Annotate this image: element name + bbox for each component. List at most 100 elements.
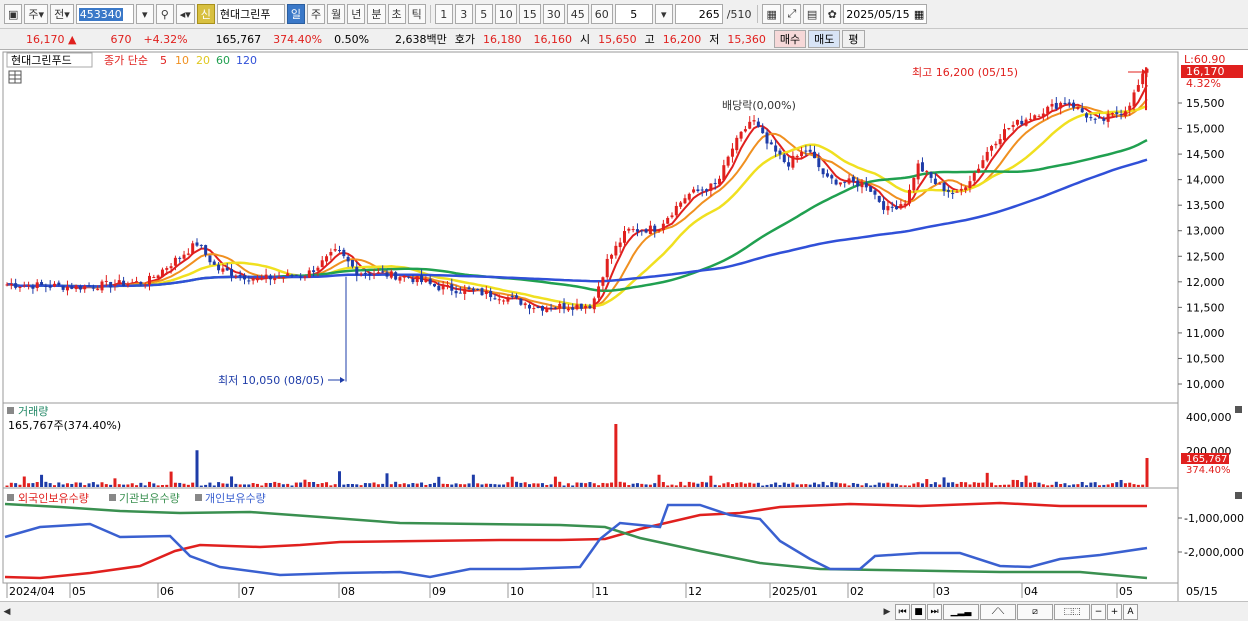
interval-5-button[interactable]: 5 [474, 4, 493, 24]
volume-bar [87, 483, 91, 487]
candle-body [782, 154, 786, 163]
candle-body [5, 284, 9, 286]
interval-45-button[interactable]: 45 [566, 4, 589, 24]
gear-icon[interactable]: ✿ [823, 4, 842, 24]
volume-bar [65, 483, 69, 487]
candle-body [160, 269, 164, 277]
text-tool-icon[interactable]: A [1123, 603, 1138, 620]
candle-body [1063, 102, 1067, 104]
period-week-button[interactable]: 주 [307, 4, 326, 24]
period-minute-button[interactable]: 분 [367, 4, 386, 24]
candle-body [972, 173, 976, 181]
chart-area[interactable]: 15,500 15,000 14,500 14,000 13,500 13,000 12,5… [0, 51, 1248, 601]
candle-body [847, 178, 851, 184]
date-input[interactable]: 2025/05/15 ▦ [843, 4, 928, 24]
drawing-mode-icon[interactable]: ⧄ [1017, 603, 1053, 620]
scroll-right-icon[interactable]: ▶ [880, 603, 894, 621]
sell-button[interactable]: 매도 [808, 30, 841, 48]
interval-1-button[interactable]: 1 [434, 4, 453, 24]
candle-body [27, 285, 31, 287]
period-tick-button[interactable]: 틱 [407, 4, 426, 24]
volume-bar [683, 485, 687, 487]
candle-body [519, 298, 523, 305]
speaker-icon[interactable]: ◂▾ [175, 4, 195, 24]
interval-60-button[interactable]: 60 [590, 4, 613, 24]
save-icon[interactable]: ▤ [802, 4, 822, 24]
candle-body [195, 242, 199, 246]
candle-body [1046, 106, 1050, 114]
candle-body [35, 282, 39, 289]
ma5-legend: 5 [160, 54, 167, 67]
interval-3-button[interactable]: 3 [454, 4, 473, 24]
zoom-out-icon[interactable]: − [1091, 603, 1106, 620]
candle-body [761, 127, 765, 134]
volume-bar [843, 483, 847, 487]
period-second-button[interactable]: 초 [387, 4, 406, 24]
volume-bar [644, 484, 648, 487]
volume-bar [441, 483, 445, 487]
count-input[interactable]: 265 [674, 4, 723, 24]
scroll-track[interactable] [14, 602, 880, 621]
search-icon[interactable]: ⚲ [155, 4, 174, 24]
period-year-button[interactable]: 년 [347, 4, 366, 24]
buy-button[interactable]: 매수 [773, 30, 807, 48]
volume-bar [869, 485, 873, 487]
interval-dropdown-icon[interactable]: ▾ [654, 4, 673, 24]
stock-name-field[interactable]: 현대그린푸 [216, 4, 285, 24]
candle-body [946, 190, 950, 192]
crosshair-icon[interactable]: ⤢ [782, 4, 801, 24]
volume-bar [674, 485, 678, 487]
interval-30-button[interactable]: 30 [542, 4, 565, 24]
candle-body [1054, 102, 1058, 109]
stock-code-input[interactable]: 453340 [75, 4, 134, 24]
y-tick-label: 11,000 [1186, 327, 1225, 340]
volume-bar [359, 485, 363, 487]
volume-bar [1015, 480, 1019, 487]
volume-bar [1102, 484, 1106, 487]
candle-body [964, 187, 968, 190]
volume-bar [597, 485, 601, 487]
period-day-button[interactable]: 일 [286, 4, 306, 24]
stop-icon[interactable]: ■ [911, 603, 926, 620]
candle-body [471, 288, 475, 291]
volume-bar [601, 482, 605, 487]
period-month-button[interactable]: 월 [327, 4, 346, 24]
volume-bar [1063, 483, 1067, 487]
volume-bar [1123, 483, 1127, 487]
scroll-left-icon[interactable]: ◀ [0, 603, 14, 621]
ma120-legend: 120 [236, 54, 257, 67]
grid-icon[interactable]: ▦ [762, 4, 781, 24]
volume-bar [584, 483, 588, 487]
holding-close-icon[interactable] [1235, 492, 1242, 499]
market-selector[interactable]: 주 ▾ [24, 4, 49, 24]
chart-scrollbar[interactable]: ◀ ▶ ⏮ ■ ⏭ ▁▂▃ ⟋⟍ ⧄ ⬚⬚ − + A [0, 601, 1248, 621]
interval-15-button[interactable]: 15 [518, 4, 541, 24]
sin-button[interactable]: 신 [196, 4, 215, 24]
prev-selector[interactable]: 전 ▾ [50, 4, 74, 24]
first-icon[interactable]: ⏮ [895, 603, 910, 620]
window-icon[interactable]: ▣ [4, 4, 23, 24]
price-change-pct: +4.32% [143, 32, 188, 46]
last-icon[interactable]: ⏭ [927, 603, 942, 620]
stock-chart[interactable]: 15,500 15,000 14,500 14,000 13,500 13,000 12,5… [0, 51, 1248, 601]
avg-button[interactable]: 평 [842, 30, 865, 48]
volume-bar [433, 482, 436, 487]
candle-body [415, 276, 419, 283]
calendar-icon[interactable]: ▦ [914, 8, 924, 21]
interval-10-button[interactable]: 10 [494, 4, 517, 24]
interval-input[interactable]: 5 [614, 4, 653, 24]
candle-body [925, 170, 929, 172]
draw-tools-icon[interactable]: ⟋⟍ [980, 603, 1016, 620]
candle-body [575, 304, 579, 310]
volume-bar [1037, 482, 1041, 487]
zoom-in-icon[interactable]: + [1107, 603, 1122, 620]
zoom-bar-icon[interactable]: ▁▂▃ [943, 603, 979, 620]
volume-close-icon[interactable] [1235, 406, 1242, 413]
volume-bar [523, 482, 527, 487]
code-dropdown-icon[interactable]: ▾ [135, 4, 154, 24]
volume-bar [117, 484, 121, 487]
volume-bar [463, 484, 467, 487]
candle-body [553, 307, 557, 309]
volume-bar [53, 485, 56, 487]
shapes-icon[interactable]: ⬚⬚ [1054, 603, 1090, 620]
